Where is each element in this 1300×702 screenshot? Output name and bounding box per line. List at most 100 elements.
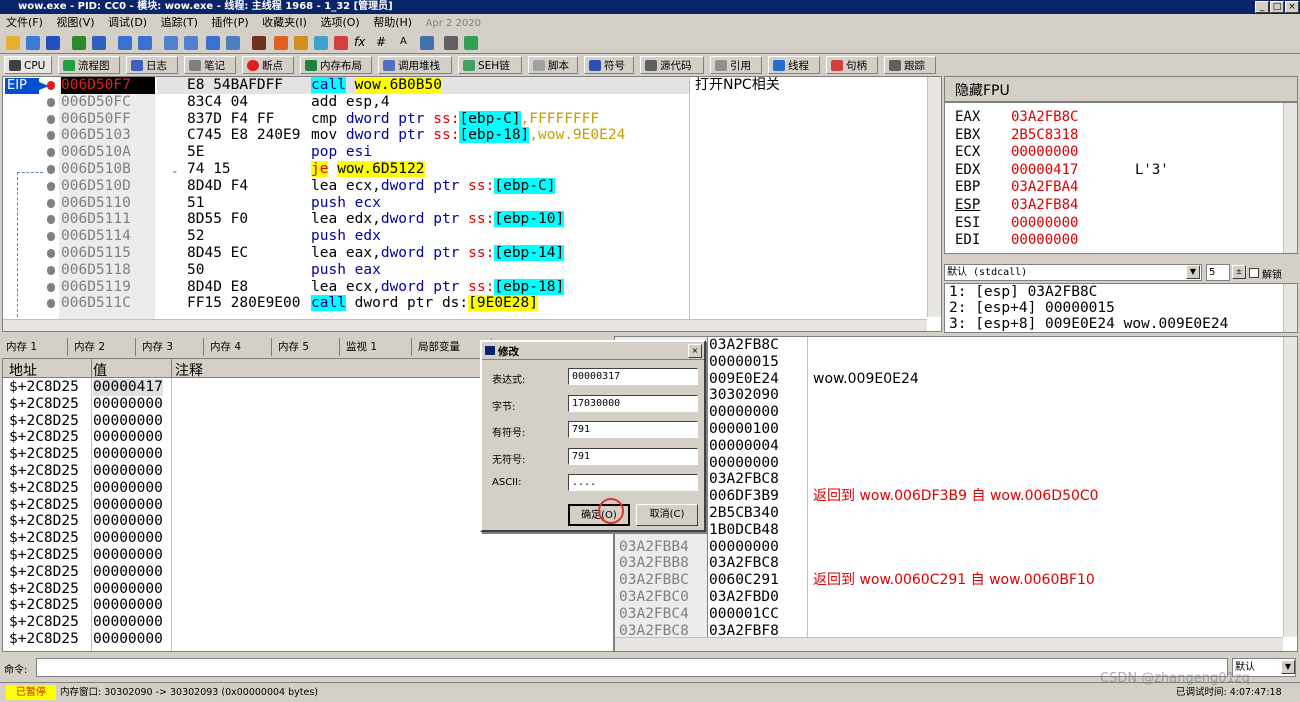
dialog-input-ascii[interactable]: .... — [568, 474, 698, 491]
close-button[interactable]: × — [1285, 1, 1299, 13]
disasm-address[interactable]: 006D50FF — [61, 111, 155, 128]
tab-memory-map[interactable]: 内存布局 — [300, 56, 372, 74]
disasm-instruction[interactable]: pop esi — [311, 144, 372, 161]
args-scrollbar[interactable] — [1283, 284, 1297, 332]
tab-symbols[interactable]: 符号 — [584, 56, 634, 74]
bookmark-icon[interactable] — [334, 36, 348, 50]
breakpoint-dot-icon[interactable] — [47, 265, 55, 275]
menu-help[interactable]: 帮助(H) — [373, 16, 412, 29]
register-value[interactable]: 00000000 — [1011, 143, 1078, 161]
register-value[interactable]: 00000000 — [1011, 214, 1078, 232]
tab-trace[interactable]: 跟踪 — [884, 56, 936, 74]
run-to-user-icon[interactable] — [206, 36, 220, 50]
tab-dump-4[interactable]: 内存 4 — [204, 338, 272, 356]
menu-debug[interactable]: 调试(D) — [108, 16, 147, 29]
breakpoint-dot-icon[interactable] — [47, 148, 55, 158]
watch-value[interactable]: 00000000 — [93, 497, 163, 514]
breakpoint-dot-icon[interactable] — [47, 114, 55, 124]
watch-address[interactable]: $+2C8D25 — [9, 480, 89, 497]
stack-value[interactable]: 00000015 — [709, 354, 779, 371]
watch-address[interactable]: $+2C8D25 — [9, 413, 89, 430]
watch-address[interactable]: $+2C8D25 — [9, 530, 89, 547]
disasm-instruction[interactable]: lea ecx,dword ptr ss:[ebp-18] — [311, 278, 565, 296]
watch-address[interactable]: $+2C8D25 — [9, 513, 89, 530]
disasm-address[interactable]: 006D50F7 — [61, 77, 155, 94]
watch-value[interactable]: 00000000 — [93, 513, 163, 530]
trace-over-icon[interactable] — [184, 36, 198, 50]
disasm-instruction[interactable]: add esp,4 — [311, 94, 390, 111]
register-value[interactable]: 03A2FB84 — [1011, 196, 1078, 214]
stack-value[interactable]: 03A2FBD0 — [709, 589, 779, 606]
stack-hscrollbar[interactable] — [615, 637, 1283, 651]
dialog-input-signed[interactable]: 791 — [568, 421, 698, 438]
breakpoint-dot-icon[interactable] — [47, 282, 55, 292]
stack-scrollbar[interactable] — [1283, 337, 1297, 637]
watch-value[interactable]: 00000000 — [93, 413, 163, 430]
disasm-instruction[interactable]: call dword ptr ds:[9E0E28] — [311, 295, 538, 312]
disasm-instruction[interactable]: push ecx — [311, 195, 381, 212]
watch-address[interactable]: $+2C8D25 — [9, 581, 89, 598]
watch-address[interactable]: $+2C8D25 — [9, 379, 89, 396]
disasm-address[interactable]: 006D510A — [61, 144, 155, 161]
disasm-scrollbar[interactable] — [927, 77, 941, 317]
stack-value[interactable]: 009E0E24 — [709, 371, 779, 388]
tab-references[interactable]: 引用 — [710, 56, 762, 74]
breakpoint-dot-icon[interactable] — [47, 215, 55, 225]
stack-value[interactable]: 03A2FBC8 — [709, 555, 779, 572]
stack-address[interactable]: 03A2FBC0 — [619, 589, 689, 606]
disasm-address[interactable]: 006D510B — [61, 161, 155, 178]
stack-address[interactable]: 03A2FBC4 — [619, 606, 689, 623]
dialog-input-expression[interactable]: 00000317 — [568, 368, 698, 385]
watch-address[interactable]: $+2C8D25 — [9, 396, 89, 413]
watch-value[interactable]: 00000000 — [93, 631, 163, 648]
stack-value[interactable]: 00000000 — [709, 404, 779, 421]
breakpoint-dot-icon[interactable] — [47, 249, 55, 258]
disasm-instruction[interactable]: lea ecx,dword ptr ss:[ebp-C] — [311, 177, 556, 195]
tab-notes[interactable]: 笔记 — [184, 56, 236, 74]
tab-log[interactable]: 日志 — [126, 56, 178, 74]
command-dropdown-icon[interactable]: ▼ — [1281, 660, 1295, 674]
disasm-instruction[interactable]: lea edx,dword ptr ss:[ebp-10] — [311, 211, 565, 228]
tab-dump-3[interactable]: 内存 3 — [136, 338, 204, 356]
register-scrollbar[interactable] — [1283, 103, 1297, 253]
tab-seh[interactable]: SEH链 — [458, 56, 522, 74]
menu-favorites[interactable]: 收藏夹(I) — [262, 16, 307, 29]
breakpoint-dot-icon[interactable] — [47, 299, 55, 309]
register-value[interactable]: 00000000 — [1011, 231, 1078, 249]
notepad-icon[interactable] — [444, 36, 458, 50]
stack-value[interactable]: 00000000 — [709, 455, 779, 472]
step-into-icon[interactable] — [118, 36, 132, 50]
watch-value[interactable]: 00000000 — [93, 463, 163, 480]
callconv-dropdown-icon[interactable]: ▼ — [1186, 265, 1200, 279]
font-icon[interactable]: A — [400, 36, 407, 47]
register-value[interactable]: 03A2FB8C — [1011, 108, 1078, 126]
watch-address[interactable]: $+2C8D25 — [9, 446, 89, 463]
stack-value[interactable]: 03A2FBC8 — [709, 471, 779, 488]
disasm-instruction[interactable]: cmp dword ptr ss:[ebp-C],FFFFFFFF — [311, 110, 599, 128]
tab-script[interactable]: 脚本 — [528, 56, 578, 74]
stack-value[interactable]: 30302090 — [709, 387, 779, 404]
disasm-instruction[interactable]: je wow.6D5122 — [311, 161, 425, 178]
stack-value[interactable]: 00000100 — [709, 421, 779, 438]
dialog-input-bytes[interactable]: 17030000 — [568, 394, 698, 412]
breakpoint-dot-icon[interactable] — [47, 198, 55, 208]
watch-address[interactable]: $+2C8D25 — [9, 597, 89, 614]
tab-cpu[interactable]: CPU — [4, 56, 52, 74]
restart-icon[interactable] — [26, 36, 40, 50]
pause-icon[interactable] — [92, 36, 106, 50]
disasm-instruction[interactable]: mov dword ptr ss:[ebp-18],wow.9E0E24 — [311, 127, 625, 144]
breakpoint-dot-icon[interactable] — [47, 131, 55, 141]
dialog-close-button[interactable]: × — [688, 344, 702, 358]
watch-value[interactable]: 00000000 — [93, 429, 163, 446]
watch-address[interactable]: $+2C8D25 — [9, 463, 89, 480]
watch-value[interactable]: 00000000 — [93, 480, 163, 497]
watch-value[interactable]: 00000000 — [93, 446, 163, 463]
minimize-button[interactable]: _ — [1255, 1, 1269, 13]
settings-icon[interactable] — [464, 36, 478, 50]
watch-value[interactable]: 00000417 — [93, 379, 163, 396]
run-icon[interactable] — [72, 36, 86, 50]
hide-fpu-button[interactable]: 隐藏FPU — [955, 80, 1010, 100]
function-icon[interactable]: fx — [354, 35, 365, 49]
watch-address[interactable]: $+2C8D25 — [9, 614, 89, 631]
watch-value[interactable]: 00000000 — [93, 547, 163, 564]
